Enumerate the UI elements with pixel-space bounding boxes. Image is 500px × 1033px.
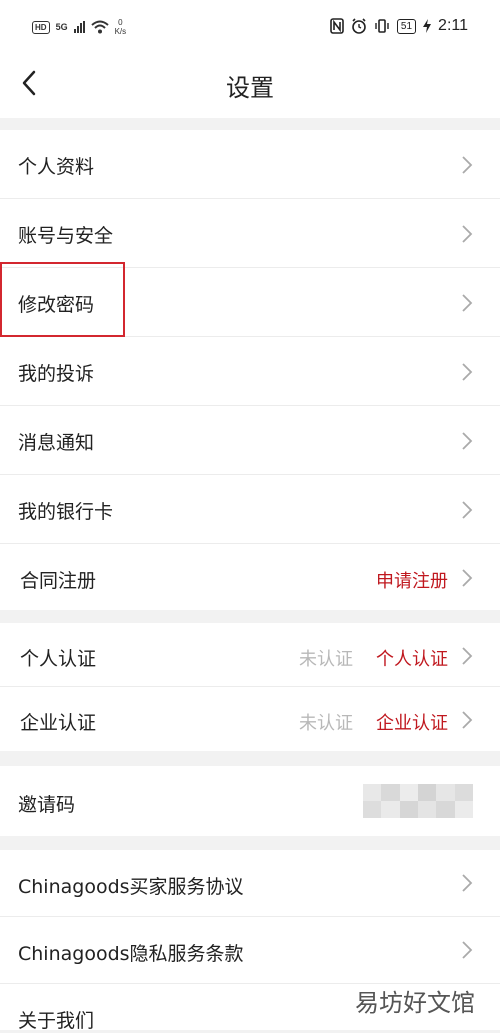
settings-row-profile[interactable]: 个人资料 (0, 130, 500, 199)
settings-row-invite-code[interactable]: 邀请码 (0, 766, 500, 836)
net-speed: 0 K/s (115, 18, 127, 36)
charging-icon (423, 19, 432, 33)
chevron-right-icon (462, 225, 473, 243)
settings-row-bank-cards[interactable]: 我的银行卡 (0, 475, 500, 544)
signal-icon (73, 21, 85, 33)
chevron-right-icon (462, 874, 473, 892)
row-label: 个人认证 (20, 648, 97, 670)
personal-verification-link[interactable]: 个人认证 (376, 645, 448, 671)
row-label: 邀请码 (18, 794, 76, 816)
net-speed-unit: K/s (114, 27, 127, 36)
status-right: 51 2:11 (330, 17, 468, 35)
row-label: 合同注册 (20, 570, 97, 592)
page-title: 设置 (226, 74, 274, 102)
chevron-right-icon (462, 156, 473, 174)
settings-group-invite: 邀请码 (0, 766, 500, 836)
clock: 2:11 (438, 17, 468, 34)
chevron-right-icon (462, 432, 473, 450)
chevron-right-icon (462, 647, 473, 665)
wifi-icon (90, 20, 109, 34)
settings-row-complaints[interactable]: 我的投诉 (0, 337, 500, 406)
chevron-right-icon (462, 711, 473, 729)
status-left: HD 5G 0 K/s (32, 18, 126, 36)
row-label: 账号与安全 (18, 225, 114, 247)
settings-row-contract-registration[interactable]: 合同注册 申请注册 (0, 544, 500, 610)
invite-code-blurred (363, 784, 473, 818)
net-speed-value: 0 (118, 18, 123, 27)
hd-badge: HD (32, 20, 50, 34)
alarm-icon (352, 18, 366, 34)
nfc-icon (330, 18, 344, 34)
vibrate-icon (375, 19, 389, 33)
verification-status: 未认证 (299, 713, 353, 734)
chevron-right-icon (462, 363, 473, 381)
chevron-right-icon (462, 501, 473, 519)
chevron-right-icon (462, 941, 473, 959)
watermark-text: 易坊好文馆 (355, 989, 475, 1017)
chevron-right-icon (462, 569, 473, 587)
row-label: Chinagoods买家服务协议 (18, 876, 244, 898)
row-label: 个人资料 (18, 156, 95, 178)
highlight-box (0, 262, 125, 337)
row-label: Chinagoods隐私服务条款 (18, 943, 244, 965)
row-label: 关于我们 (18, 1010, 95, 1032)
verification-status: 未认证 (299, 649, 353, 670)
row-label: 企业认证 (20, 712, 97, 734)
settings-row-account-security[interactable]: 账号与安全 (0, 199, 500, 268)
row-label: 消息通知 (18, 432, 95, 454)
network-type: 5G (55, 22, 68, 32)
settings-row-notifications[interactable]: 消息通知 (0, 406, 500, 475)
apply-registration-link[interactable]: 申请注册 (376, 567, 448, 593)
nav-bar: 设置 (0, 56, 500, 118)
settings-row-privacy-terms[interactable]: Chinagoods隐私服务条款 (0, 917, 500, 984)
settings-group-verification: 个人认证 未认证 个人认证 企业认证 未认证 企业认证 (0, 623, 500, 751)
settings-group-general: 个人资料 账号与安全 修改密码 我的投诉 消息通知 我的银行卡 合同注册 申请注… (0, 130, 500, 610)
settings-row-enterprise-verification[interactable]: 企业认证 未认证 企业认证 (0, 687, 500, 751)
settings-row-personal-verification[interactable]: 个人认证 未认证 个人认证 (0, 623, 500, 687)
row-label: 我的投诉 (18, 363, 95, 385)
row-label: 我的银行卡 (18, 501, 114, 523)
chevron-right-icon (462, 294, 473, 312)
settings-row-buyer-agreement[interactable]: Chinagoods买家服务协议 (0, 850, 500, 917)
enterprise-verification-link[interactable]: 企业认证 (376, 709, 448, 735)
status-bar: HD 5G 0 K/s 51 2:11 (0, 0, 500, 56)
battery-indicator: 51 (396, 18, 417, 34)
